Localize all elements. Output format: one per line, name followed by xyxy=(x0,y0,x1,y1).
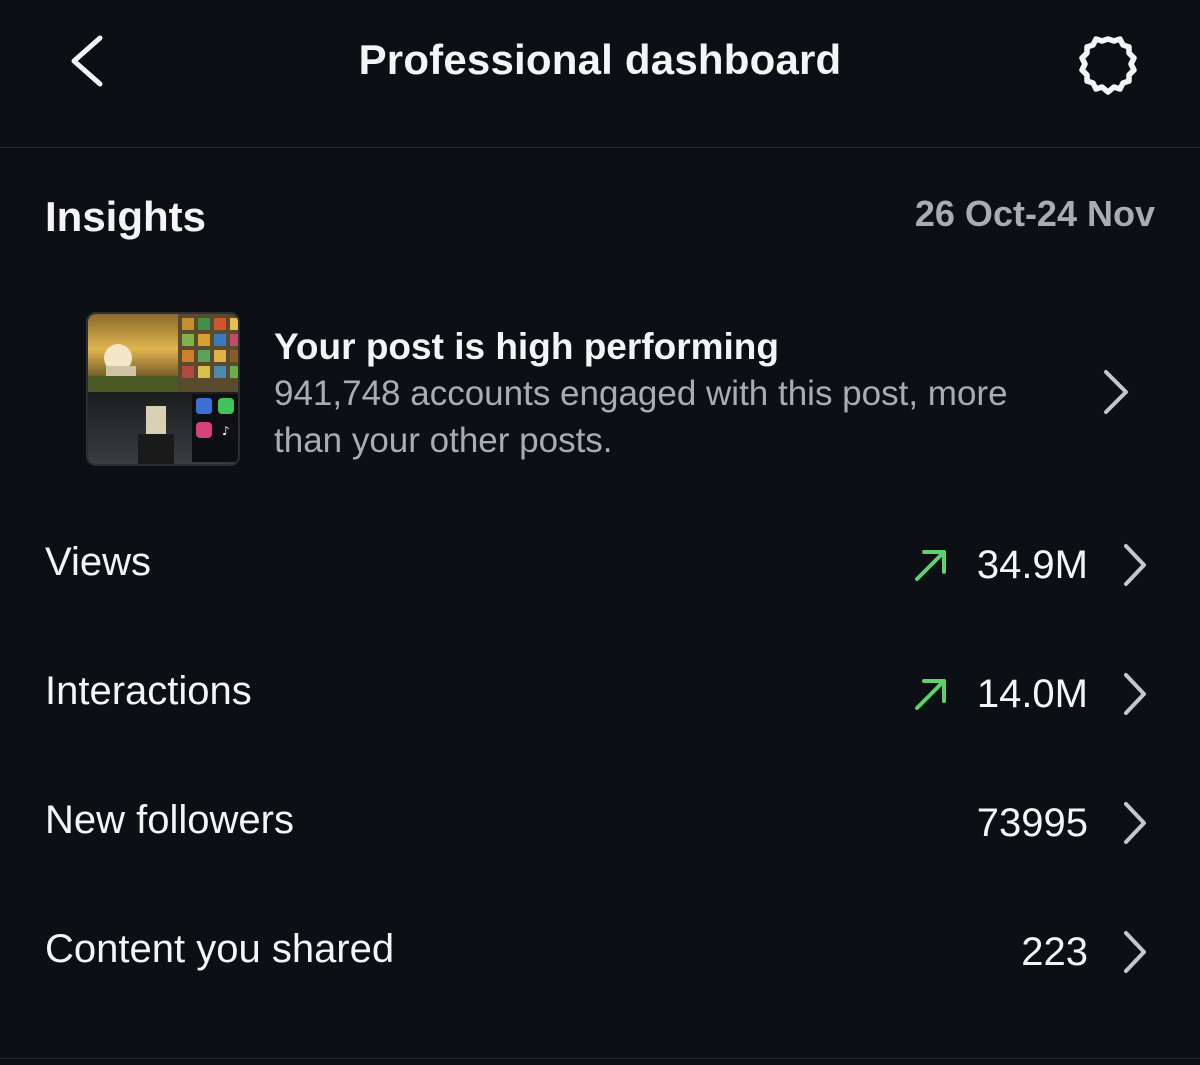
metric-label: Content you shared xyxy=(45,927,395,971)
metric-row-views[interactable]: Views 34.9M xyxy=(0,510,1200,620)
gear-icon xyxy=(1079,36,1137,95)
metric-label: New followers xyxy=(45,798,294,842)
divider xyxy=(0,1058,1200,1059)
metric-value: 14.0M xyxy=(976,671,1088,716)
highlight-description: 941,748 accounts engaged with this post,… xyxy=(274,374,1008,460)
highlight-title: Your post is high performing xyxy=(274,326,779,367)
page-title: Professional dashboard xyxy=(358,36,842,83)
chevron-right-icon xyxy=(1124,931,1146,973)
metric-label: Interactions xyxy=(45,669,252,713)
metric-row-new-followers[interactable]: New followers 73995 xyxy=(0,768,1200,878)
metric-value: 73995 xyxy=(976,800,1088,845)
professional-dashboard-screen: Professional dashboard Insights 26 Oct-2… xyxy=(0,0,1200,1065)
insights-heading: Insights xyxy=(45,193,207,240)
chevron-right-icon xyxy=(1124,673,1146,715)
settings-button[interactable] xyxy=(1072,30,1144,102)
metric-row-content-shared[interactable]: Content you shared 223 xyxy=(0,897,1200,1007)
top-bar: Professional dashboard xyxy=(0,0,1200,148)
metric-label: Views xyxy=(45,540,151,584)
trend-up-arrow-icon xyxy=(914,550,946,581)
metric-value: 34.9M xyxy=(976,542,1088,587)
svg-text:♪: ♪ xyxy=(222,424,230,438)
chevron-right-icon xyxy=(1104,370,1128,414)
chevron-right-icon xyxy=(1124,802,1146,844)
post-thumbnail[interactable]: ♪ xyxy=(86,312,240,466)
trend-up-arrow-icon xyxy=(914,679,946,710)
metric-row-interactions[interactable]: Interactions 14.0M xyxy=(0,639,1200,749)
post-thumbnail-image: ♪ xyxy=(88,314,238,464)
metric-value: 223 xyxy=(1021,929,1088,974)
chevron-right-icon xyxy=(1124,544,1146,586)
date-range[interactable]: 26 Oct-24 Nov xyxy=(915,193,1155,235)
high-performing-post-card[interactable]: ♪ Your post is high performing 941,748 a… xyxy=(86,312,1156,472)
